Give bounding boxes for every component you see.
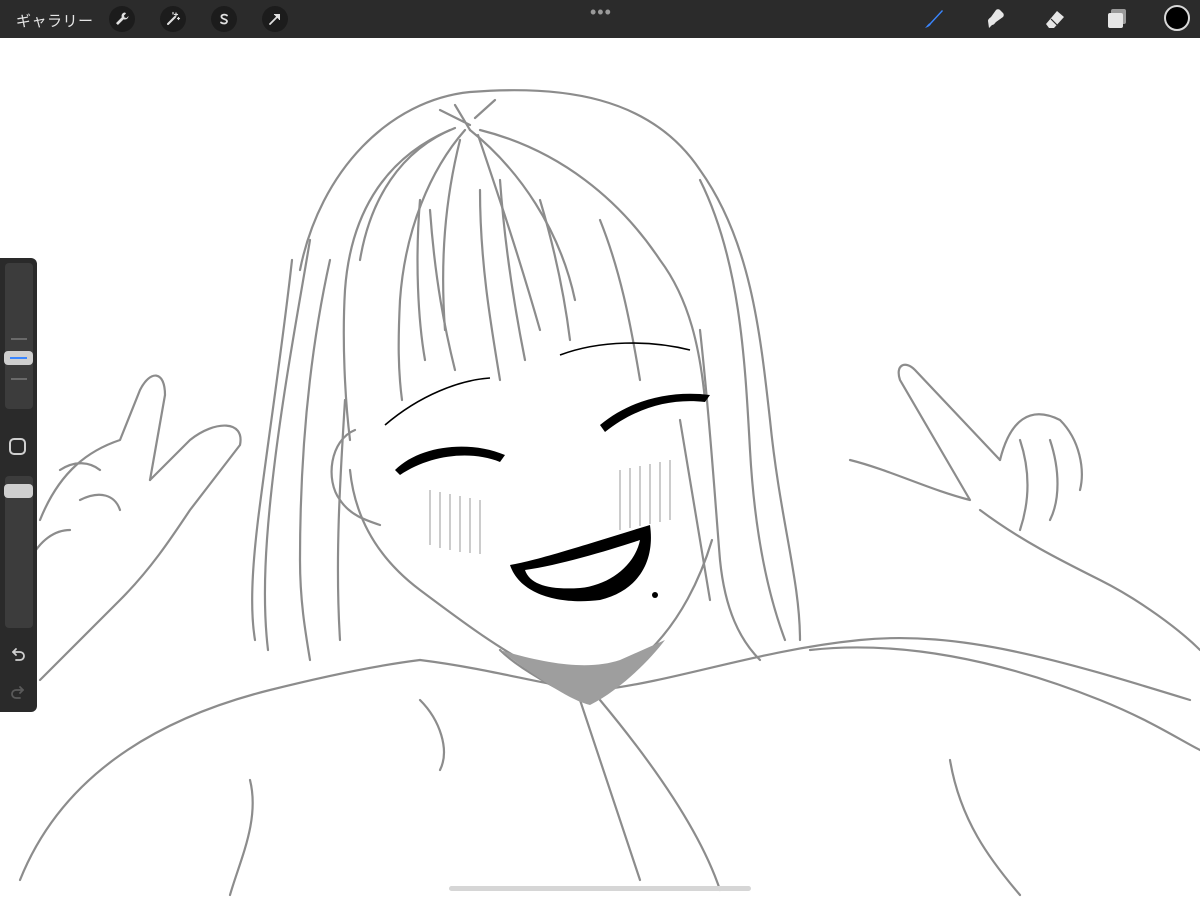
selection-s-icon[interactable] [211,6,237,32]
smudge-icon[interactable] [981,6,1007,32]
home-indicator[interactable] [449,886,751,891]
undo-icon[interactable] [8,644,28,664]
gallery-button[interactable]: ギャラリー [16,10,94,31]
more-dots-icon[interactable]: ••• [590,2,612,23]
layers-icon[interactable] [1104,6,1130,32]
color-picker-swatch[interactable] [1164,5,1190,31]
drawing-canvas[interactable] [0,38,1200,899]
brush-size-slider[interactable] [5,263,33,409]
top-toolbar: ギャラリー ••• [0,0,1200,38]
sketch-artwork [18,89,1200,897]
opacity-slider[interactable] [5,476,33,628]
wrench-icon[interactable] [109,6,135,32]
eraser-icon[interactable] [1042,6,1068,32]
square-modify-icon[interactable] [9,438,26,455]
left-sidebar [0,258,37,712]
size-tick [11,338,27,340]
arrow-cursor-icon[interactable] [262,6,288,32]
redo-icon[interactable] [8,682,28,702]
magic-wand-icon[interactable] [160,6,186,32]
size-tick [11,378,27,380]
brush-icon[interactable] [920,6,946,32]
brush-size-thumb[interactable] [4,351,33,365]
opacity-thumb[interactable] [4,484,33,498]
